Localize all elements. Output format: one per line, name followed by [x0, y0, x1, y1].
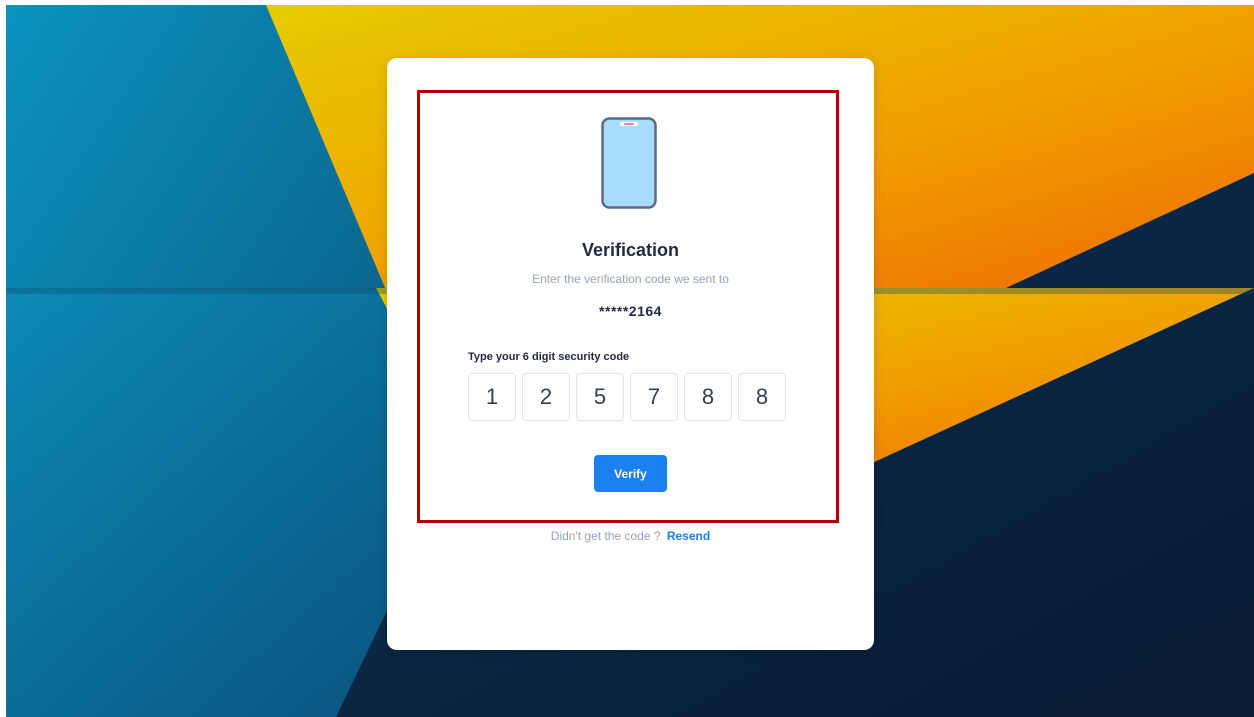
verify-button[interactable]: Verify [594, 455, 667, 492]
code-digit-1[interactable]: 1 [468, 373, 516, 421]
subtitle: Enter the verification code we sent to [532, 272, 729, 286]
code-digit-5[interactable]: 8 [684, 373, 732, 421]
desktop: Verification Enter the verification code… [6, 5, 1254, 717]
page-title: Verification [581, 240, 680, 260]
resend-row: Didn't get the code ? Resend [387, 529, 874, 543]
code-digit-6[interactable]: 8 [738, 373, 786, 421]
code-label: Type your 6 digit security code [468, 351, 630, 363]
masked-phone-number: *****2164 [599, 303, 662, 319]
code-digit-4[interactable]: 7 [630, 373, 678, 421]
resend-link[interactable]: Resend [667, 529, 710, 543]
code-input-row: 1 2 5 7 8 8 [468, 373, 786, 423]
verification-card: Verification Enter the verification code… [387, 58, 874, 650]
smartphone-icon [601, 117, 657, 209]
code-digit-2[interactable]: 2 [522, 373, 570, 421]
code-digit-3[interactable]: 5 [576, 373, 624, 421]
resend-prompt: Didn't get the code ? [550, 529, 661, 543]
